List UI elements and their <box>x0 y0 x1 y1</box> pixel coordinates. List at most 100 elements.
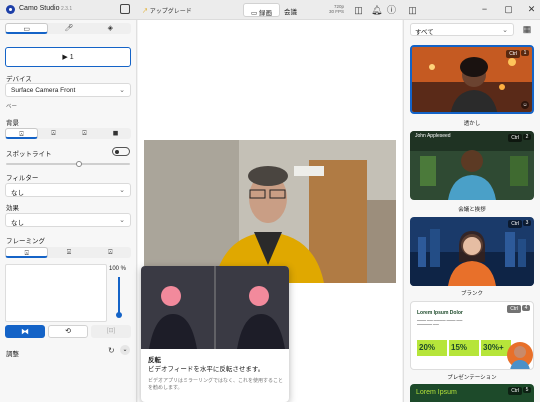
effect-label: 効果 <box>6 205 19 212</box>
background-label: 背景 <box>6 120 19 127</box>
flip-tooltip: 反転 ビデオフィードを水平に反転させます。 ビデオアプリはミラーリングではなく、… <box>141 266 289 402</box>
source-label: 1 <box>69 54 74 61</box>
framing-auto-icon[interactable]: ⍓ <box>48 247 89 258</box>
panel-tabs: ▭ 🎤︎ ◈ <box>5 23 131 34</box>
scene-2-number: 2 <box>523 134 531 140</box>
help-icon[interactable]: ⓘ <box>387 5 396 15</box>
tab-record-label: 録画 <box>258 10 272 17</box>
filter-select[interactable]: なし ⌄ <box>5 183 131 197</box>
device-value: Surface Camera Front <box>11 87 76 94</box>
flip-button[interactable]: ⧓ <box>5 325 45 338</box>
chevron-down-icon[interactable]: ⌄ <box>120 345 130 355</box>
scene-4-shortcut: Ctrl <box>507 305 521 313</box>
camera-icon: ▶ <box>62 54 68 61</box>
fps-value: 30 FPS <box>328 9 344 14</box>
tooltip-body: ビデオフィードを水平に反転させます。 <box>148 366 265 373</box>
chevron-down-icon: ⌄ <box>119 217 125 224</box>
title-bar: Camo Studio 2.3.1 ↗ アップグレード ▭ 録画 会議 720p… <box>0 0 540 20</box>
spotlight-slider[interactable] <box>6 161 130 167</box>
background-replace-icon[interactable]: ⍓ <box>69 128 100 139</box>
camera-feed[interactable] <box>144 140 396 283</box>
right-panel: すべて ⌄ ▦ Ctrl 1 ☺ 透かし John Appleseed Ctrl … <box>403 20 540 402</box>
person-icon: ☺ <box>521 101 529 109</box>
scene-filter-value: すべて <box>415 29 434 36</box>
crop-icon: [⊡] <box>106 328 116 334</box>
chevron-down-icon: ⌄ <box>119 187 125 194</box>
flip-illustration <box>141 266 289 349</box>
sidebar-toggle-icon[interactable] <box>120 4 130 14</box>
camera-feed-image <box>144 140 396 283</box>
scene-4-stat-1: 20% <box>417 340 447 356</box>
filter-value: なし <box>11 190 24 197</box>
scene-1-shortcut: Ctrl <box>506 50 520 58</box>
notification-bell-icon[interactable]: 🔔︎ <box>371 5 382 15</box>
spotlight-toggle[interactable] <box>112 147 130 156</box>
maximize-icon[interactable]: ▢ <box>504 4 513 14</box>
reset-icon[interactable]: ↻ <box>108 346 115 355</box>
scene-thumb-2[interactable]: John Appleseed Ctrl 2 <box>410 131 534 200</box>
scene-4-slide-title: Lorem Ipsum Dolor <box>417 310 463 316</box>
rotate-button[interactable]: ⟲ <box>48 325 88 338</box>
scene-4-stat-2: 15% <box>449 340 479 356</box>
scene-thumb-1[interactable]: Ctrl 1 ☺ <box>410 45 534 114</box>
grid-view-icon[interactable]: ▦ <box>522 24 532 34</box>
tab-layers-icon[interactable]: ◈ <box>90 23 131 34</box>
zoom-slider[interactable] <box>116 277 122 318</box>
filter-label: フィルター <box>6 175 39 182</box>
app-version: 2.3.1 <box>61 6 73 12</box>
upgrade-icon: ↗ <box>142 9 149 15</box>
scene-thumb-3[interactable]: Ctrl 3 <box>410 217 534 286</box>
record-icon: ▭ <box>251 10 258 17</box>
tooltip-note: ビデオアプリはミラーリングではなく、これを使用することを勧めします。 <box>148 378 284 391</box>
framing-wide-icon[interactable]: ⍓ <box>90 247 131 258</box>
scene-5-slide-title: Lorem Ipsum <box>416 389 457 396</box>
framing-preview[interactable] <box>5 264 107 322</box>
camo-logo-icon <box>6 5 15 14</box>
source-button[interactable]: ▶ 1 <box>5 47 131 67</box>
scene-4-label: プレゼンテーション <box>447 375 497 381</box>
more-label: ベー <box>6 104 18 110</box>
scene-thumb-5[interactable]: Lorem Ipsum Ctrl 5 <box>410 384 534 402</box>
crop-button[interactable]: [⊡] <box>91 325 131 338</box>
rotate-icon: ⟲ <box>65 328 71 335</box>
close-icon[interactable]: ✕ <box>527 4 536 14</box>
scene-2-label: 会議と挨拶 <box>458 207 486 213</box>
tab-record[interactable]: ▭ 録画 <box>243 3 280 17</box>
tab-video-icon[interactable]: ▭ <box>5 23 49 34</box>
app-name: Camo Studio <box>19 5 60 12</box>
scene-3-label: ブランク <box>460 291 483 297</box>
device-select[interactable]: Surface Camera Front ⌄ <box>5 83 131 97</box>
scene-4-slide-text: ▬▬▬ ▬▬ ▬▬▬▬ ▬▬▬ ▬▬ ▬▬▬▬▬ ▬▬ <box>417 318 463 326</box>
background-none-icon[interactable]: ⍓ <box>5 128 38 139</box>
left-panel: ▭ 🎤︎ ◈ ▶ 1 デバイス Surface Camera Front ⌄ ベー… <box>0 20 137 402</box>
upgrade-label: アップグレード <box>149 9 192 15</box>
scene-2-shortcut: Ctrl <box>508 134 522 142</box>
device-label: デバイス <box>6 76 32 83</box>
background-modes: ⍓ ⍓ ⍓ ◼ <box>5 128 131 139</box>
chevron-down-icon: ⌄ <box>502 27 508 34</box>
scene-2-overlay-name: John Appleseed <box>415 133 451 139</box>
zoom-value: 100 % <box>109 266 127 272</box>
scene-5-shortcut: Ctrl <box>508 387 522 395</box>
effect-value: なし <box>11 220 24 227</box>
background-image-icon[interactable]: ◼ <box>100 128 131 139</box>
upgrade-button[interactable]: ↗ アップグレード <box>142 6 192 15</box>
adjust-label: 調整 <box>6 351 19 358</box>
scene-1-label: 透かし <box>463 121 481 127</box>
chevron-down-icon: ⌄ <box>119 87 125 94</box>
framing-manual-icon[interactable]: ⍓ <box>5 247 49 258</box>
background-blur-icon[interactable]: ⍓ <box>38 128 69 139</box>
scene-4-number: 4 <box>522 305 530 311</box>
framing-label: フレーミング <box>6 238 45 245</box>
tab-audio-icon[interactable]: 🎤︎ <box>48 23 89 34</box>
right-panel-toggle-icon[interactable]: ◫ <box>408 5 417 15</box>
scene-filter-select[interactable]: すべて ⌄ <box>410 23 514 36</box>
effect-select[interactable]: なし ⌄ <box>5 213 131 227</box>
tab-meeting[interactable]: 会議 <box>284 6 297 16</box>
layout-icon[interactable]: ◫ <box>354 5 363 15</box>
framing-modes: ⍓ ⍓ ⍓ <box>5 247 131 258</box>
scene-thumb-4[interactable]: Lorem Ipsum Dolor ▬▬▬ ▬▬ ▬▬▬▬ ▬▬▬ ▬▬ ▬▬▬… <box>410 301 534 370</box>
scene-3-number: 3 <box>523 220 531 226</box>
minimize-icon[interactable]: − <box>480 4 489 14</box>
scene-3-shortcut: Ctrl <box>508 220 522 228</box>
